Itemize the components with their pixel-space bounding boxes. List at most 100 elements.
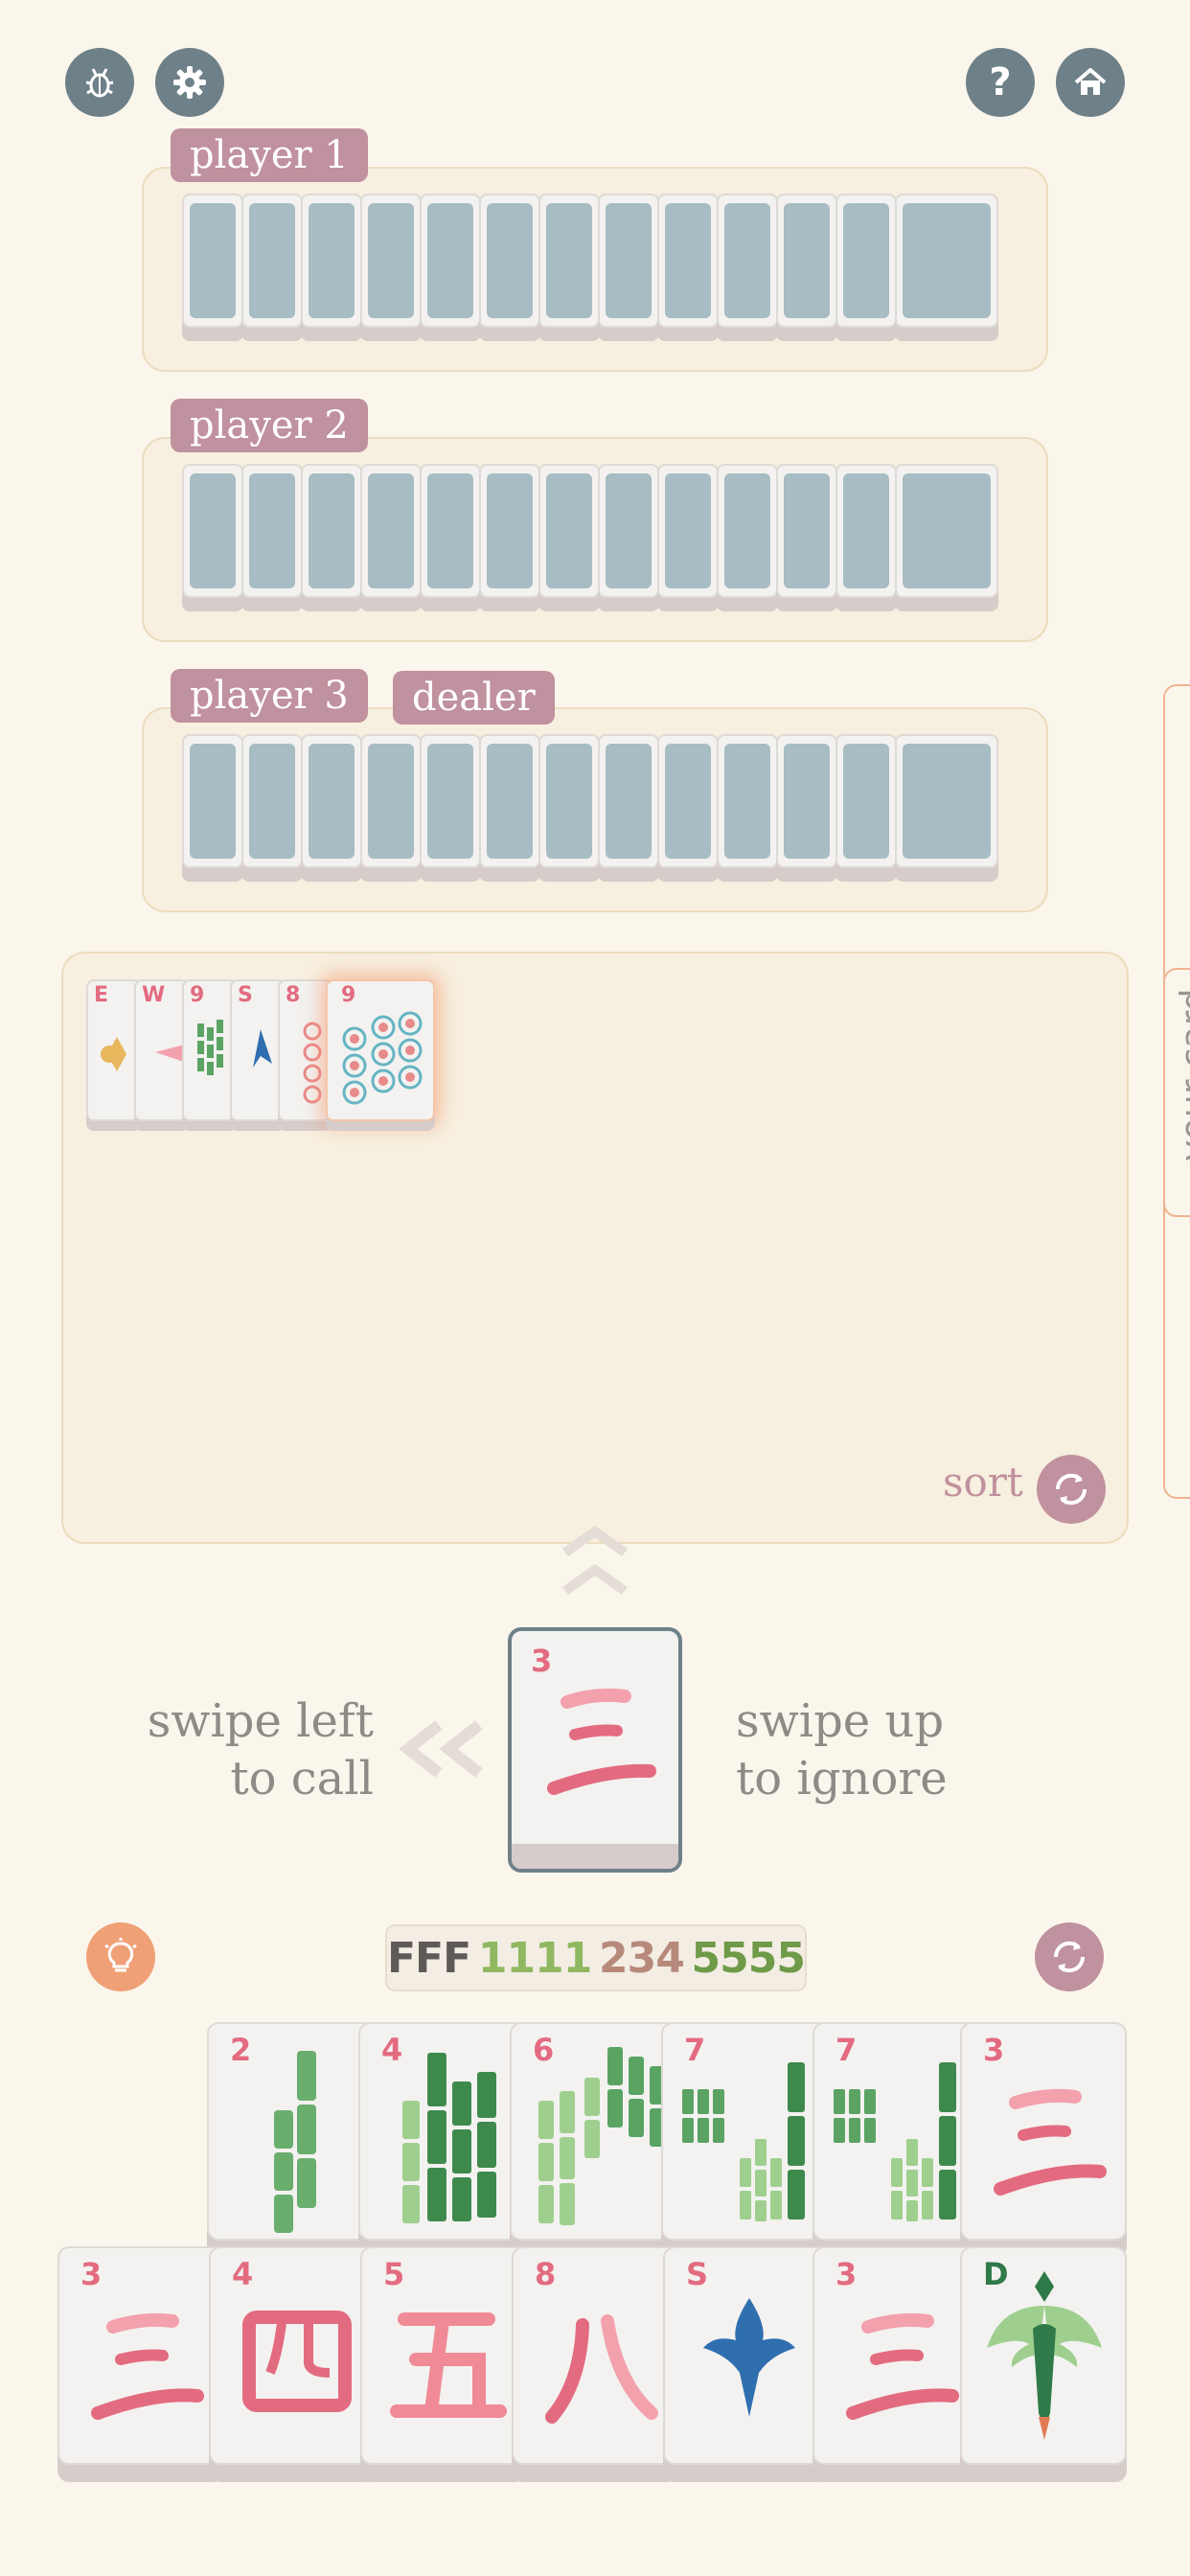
swipe-up-text: swipe up to ignore xyxy=(736,1694,948,1806)
help-button[interactable]: ? xyxy=(966,48,1035,117)
pattern-segment: 1111 xyxy=(477,1933,592,1983)
chevron-left-icon xyxy=(399,1720,483,1778)
home-button[interactable] xyxy=(1056,48,1125,117)
bamboo-icon xyxy=(274,2051,316,2233)
player-3-tag: player 3 xyxy=(171,669,368,723)
hand-tile-dragon[interactable]: D xyxy=(960,2246,1127,2465)
hand-tile-character-4[interactable]: 4 xyxy=(209,2246,376,2465)
tile-back xyxy=(843,744,889,859)
tile-back xyxy=(606,744,652,859)
tile-back xyxy=(724,203,770,318)
refresh-icon xyxy=(1055,1473,1087,1506)
character-five-icon xyxy=(390,2312,507,2418)
pattern-segment: FFF xyxy=(387,1933,471,1983)
tile-back xyxy=(665,473,711,588)
settings-button[interactable] xyxy=(155,48,224,117)
hidden-tile xyxy=(835,194,897,328)
tile-back xyxy=(368,203,414,318)
bug-icon xyxy=(85,68,114,98)
hand-tile-bamboo-7[interactable]: 7 xyxy=(661,2022,828,2241)
tile-back xyxy=(309,203,355,318)
hidden-tile xyxy=(301,194,362,328)
tile-back xyxy=(784,203,830,318)
tile-back xyxy=(487,473,533,588)
hidden-tile xyxy=(657,194,719,328)
tile-back xyxy=(724,473,770,588)
offered-tile[interactable]: 3 xyxy=(508,1627,682,1873)
hint-button[interactable] xyxy=(86,1922,155,1991)
tile-back xyxy=(309,744,355,859)
sort-button[interactable] xyxy=(1037,1455,1106,1524)
hidden-tile xyxy=(538,194,600,328)
hand-tile-south-wind[interactable]: S xyxy=(663,2246,830,2465)
hand-tile-character-3[interactable]: 3 xyxy=(57,2246,224,2465)
tile-back xyxy=(546,473,592,588)
character-four-icon xyxy=(242,2311,352,2412)
hand-tile-character-8[interactable]: 8 xyxy=(512,2246,678,2465)
hidden-tile xyxy=(835,464,897,598)
tile-back xyxy=(665,744,711,859)
hidden-tile xyxy=(182,734,243,868)
sort-label: sort xyxy=(943,1459,1023,1506)
character-three-icon xyxy=(994,2088,1107,2196)
hidden-tile xyxy=(538,464,600,598)
hidden-tile xyxy=(835,734,897,868)
player-2-tag: player 2 xyxy=(171,399,368,452)
hidden-tile xyxy=(182,194,243,328)
tile-back xyxy=(546,744,592,859)
hidden-tile xyxy=(598,734,659,868)
tile-back xyxy=(784,473,830,588)
hidden-tile xyxy=(657,464,719,598)
dealer-badge: dealer xyxy=(393,671,555,724)
hidden-tile xyxy=(776,194,837,328)
tile-back xyxy=(606,473,652,588)
tile-back xyxy=(190,473,236,588)
hand-tile-character-5[interactable]: 5 xyxy=(360,2246,527,2465)
tile-back xyxy=(427,203,473,318)
hidden-tile xyxy=(776,734,837,868)
tile-back xyxy=(606,203,652,318)
your-card-tab[interactable]: your card xyxy=(1163,968,1190,1217)
question-icon: ? xyxy=(989,60,1012,104)
hand-tile-bamboo-2[interactable]: 2 xyxy=(207,2022,374,2241)
target-pattern[interactable]: FFF 1111 234 5555 xyxy=(385,1924,807,1991)
refresh-icon xyxy=(1053,1941,1086,1973)
tile-back xyxy=(368,744,414,859)
hidden-tile xyxy=(479,464,540,598)
discard-tile-dots-9-highlighted[interactable]: 9 xyxy=(326,979,435,1121)
hidden-tile xyxy=(895,194,998,328)
tile-back xyxy=(309,473,355,588)
bamboo-icon xyxy=(402,2053,496,2223)
hidden-tile xyxy=(776,464,837,598)
hidden-tile xyxy=(420,464,481,598)
character-eight-icon xyxy=(545,2314,658,2424)
refresh-button[interactable] xyxy=(1035,1922,1104,1991)
tile-back xyxy=(903,203,991,318)
tile-back xyxy=(249,744,295,859)
bug-report-button[interactable] xyxy=(65,48,134,117)
chevron-up-icon xyxy=(562,1525,628,1596)
hidden-tile xyxy=(479,194,540,328)
character-three-icon xyxy=(547,1688,656,1795)
hidden-tile xyxy=(538,734,600,868)
south-wind-icon xyxy=(703,2298,795,2417)
pattern-segment: 234 xyxy=(598,1933,685,1983)
hand-tile-bamboo-4[interactable]: 4 xyxy=(358,2022,525,2241)
hand-tile-character-3[interactable]: 3 xyxy=(812,2246,979,2465)
home-icon xyxy=(1074,68,1107,95)
hidden-tile xyxy=(241,194,303,328)
tile-back xyxy=(665,203,711,318)
hand-tile-character-3[interactable]: 3 xyxy=(960,2022,1127,2241)
bamboo-icon xyxy=(538,2047,665,2225)
hidden-tile xyxy=(360,734,422,868)
tile-back xyxy=(843,473,889,588)
hand-tile-bamboo-6[interactable]: 6 xyxy=(510,2022,676,2241)
pattern-segment: 5555 xyxy=(691,1933,806,1983)
hidden-tile xyxy=(895,464,998,598)
tile-back xyxy=(843,203,889,318)
hidden-tile xyxy=(420,734,481,868)
hand-tile-bamboo-7[interactable]: 7 xyxy=(812,2022,979,2241)
lightbulb-icon xyxy=(104,1938,137,1972)
tile-back xyxy=(368,473,414,588)
tile-back xyxy=(190,203,236,318)
